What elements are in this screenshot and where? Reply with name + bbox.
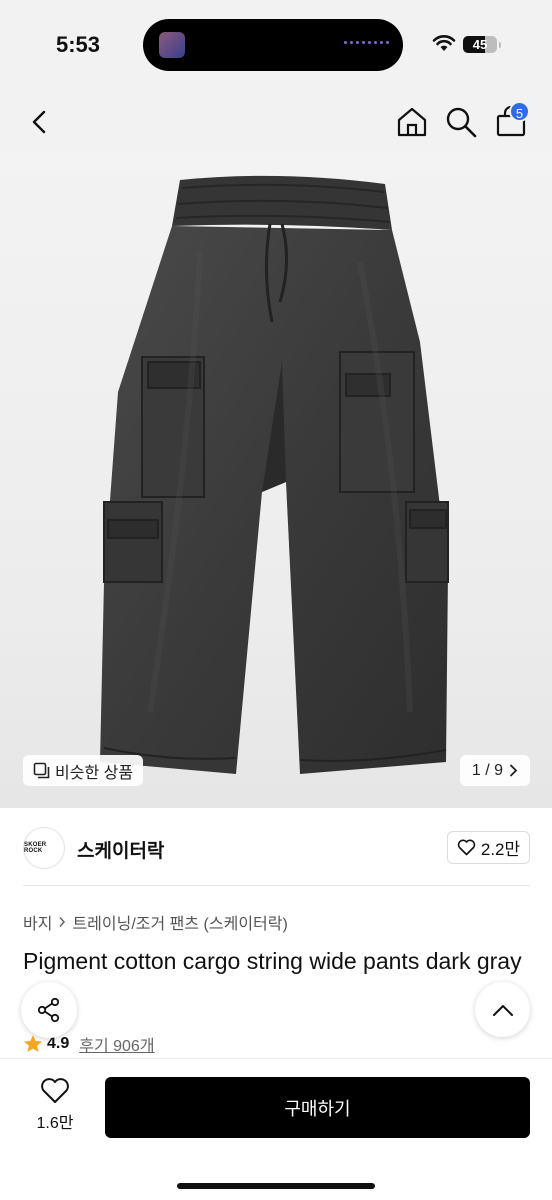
battery-icon: 45 [463, 36, 501, 53]
bottom-action-bar: 1.6만 구매하기 [0, 1058, 552, 1200]
chevron-right-icon [510, 764, 518, 777]
similar-products-button[interactable]: 비슷한 상품 [23, 755, 144, 786]
brand-name[interactable]: 스케이터락 [77, 836, 164, 863]
dynamic-island [143, 19, 403, 71]
chevron-left-icon[interactable] [22, 104, 58, 140]
image-pager[interactable]: 1 / 9 [460, 755, 530, 786]
battery-level: 45 [472, 37, 488, 52]
brand-like-count: 2.2만 [480, 840, 521, 859]
breadcrumb-subcategory[interactable]: 트레이닝/조거 팬츠 (스케이터락) [72, 910, 287, 934]
breadcrumb: 바지 트레이닝/조거 팬츠 (스케이터락) [23, 910, 288, 934]
product-image[interactable] [0, 152, 552, 808]
scroll-top-button[interactable] [475, 982, 530, 1037]
brand-like-button[interactable]: 2.2만 [447, 831, 530, 864]
review-count-link[interactable]: 후기 906개 [79, 1032, 154, 1056]
brand-logo[interactable]: SKOER ROCK [23, 827, 65, 869]
audio-wave-icon [344, 41, 389, 44]
chevron-up-icon [492, 1004, 513, 1016]
similar-products-label: 비슷한 상품 [55, 764, 134, 782]
pants-photo [100, 175, 449, 774]
status-time: 5:53 [56, 32, 101, 57]
breadcrumb-category[interactable]: 바지 [23, 910, 52, 934]
share-button[interactable] [21, 982, 77, 1038]
divider [23, 885, 530, 886]
heart-icon [41, 1078, 69, 1103]
wishlist-button[interactable]: 1.6만 [24, 1077, 86, 1147]
heart-icon [457, 839, 476, 856]
cart-count-badge: 5 [509, 101, 530, 122]
search-icon[interactable] [443, 104, 479, 140]
home-indicator [177, 1183, 375, 1189]
now-playing-thumbnail [159, 32, 185, 58]
top-nav [0, 90, 552, 152]
home-icon[interactable] [394, 104, 430, 140]
star-icon [24, 1035, 42, 1052]
status-bar: 5:53 45 [0, 0, 552, 90]
brand-row: SKOER ROCK 스케이터락 2.2만 [0, 808, 552, 886]
pager-label: 1 / 9 [471, 761, 504, 779]
wifi-icon [432, 35, 456, 51]
product-title: Pigment cotton cargo string wide pants d… [23, 948, 522, 974]
buy-button[interactable]: 구매하기 [105, 1077, 530, 1138]
similar-icon [33, 762, 50, 779]
share-icon [37, 997, 60, 1023]
chevron-right-icon [59, 917, 66, 927]
wishlist-count: 1.6만 [36, 1115, 74, 1132]
